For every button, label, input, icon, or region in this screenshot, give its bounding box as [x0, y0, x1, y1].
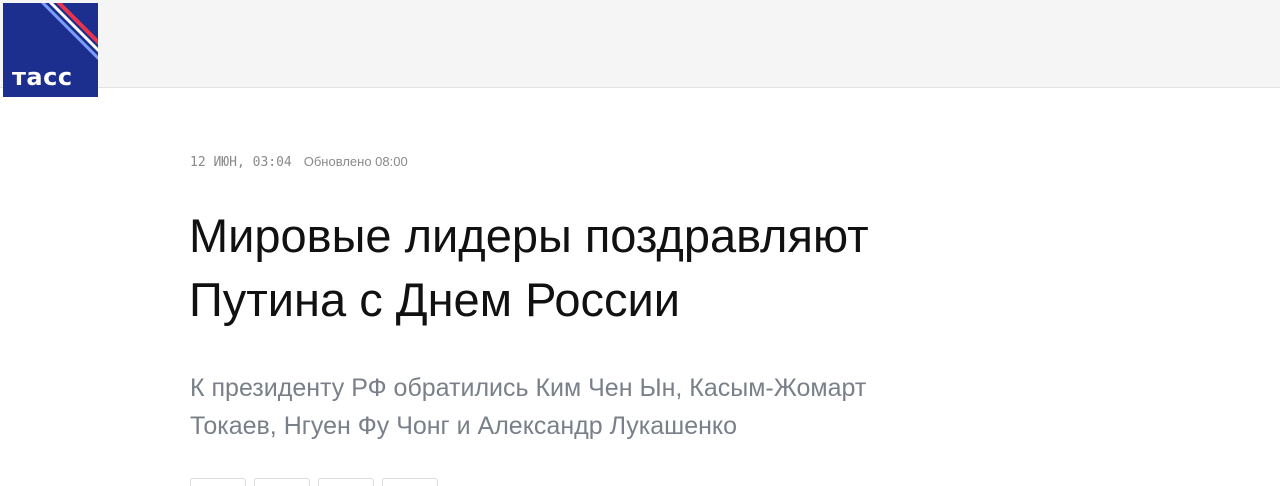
article-title: Мировые лидеры поздравляют Путина с Днем… — [189, 204, 1049, 332]
article-meta: 12 ИЮН, 03:04 Обновлено 08:00 — [190, 154, 408, 170]
share-button-2[interactable] — [254, 478, 310, 486]
article-title-line-1: Мировые лидеры поздравляют — [189, 209, 869, 262]
article-lead: К президенту РФ обратились Ким Чен Ын, К… — [190, 369, 1050, 445]
share-button-3[interactable] — [318, 478, 374, 486]
share-button-4[interactable] — [382, 478, 438, 486]
tass-logo[interactable]: тасс — [3, 3, 98, 97]
article-lead-line-1: К президенту РФ обратились Ким Чен Ын, К… — [190, 374, 867, 402]
article-title-line-2: Путина с Днем России — [189, 273, 680, 326]
logo-text: тасс — [12, 63, 73, 91]
updated-time: Обновлено 08:00 — [303, 154, 408, 169]
top-bar: тасс — [0, 0, 1280, 97]
share-buttons — [190, 478, 438, 486]
share-button-1[interactable] — [190, 478, 246, 486]
article-lead-line-2: Токаев, Нгуен Фу Чонг и Александр Лукаше… — [190, 412, 738, 440]
publish-date: 12 ИЮН, 03:04 — [190, 155, 292, 170]
